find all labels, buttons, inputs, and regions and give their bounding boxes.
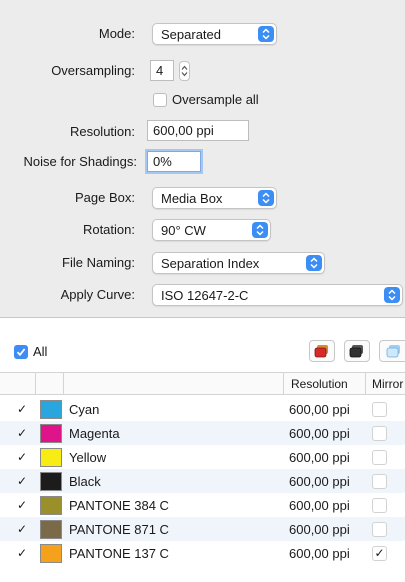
resolution-label: Resolution: bbox=[69, 124, 135, 139]
table-row[interactable]: ✓ PANTONE 384 C 600,00 ppi bbox=[0, 493, 405, 517]
mirror-checkbox[interactable] bbox=[372, 402, 387, 417]
stack-button[interactable] bbox=[344, 340, 370, 362]
separations-list-panel: All Resolution Mirror ✓ Cyan 600,00 ppi ✓ Ma… bbox=[0, 318, 405, 582]
separation-name: Black bbox=[69, 474, 101, 489]
separation-name: PANTONE 871 C bbox=[69, 522, 169, 537]
separation-resolution[interactable]: 600,00 ppi bbox=[289, 546, 350, 561]
table-row[interactable]: ✓ Yellow 600,00 ppi bbox=[0, 445, 405, 469]
popup-arrows-icon bbox=[306, 255, 322, 271]
separation-name: PANTONE 384 C bbox=[69, 498, 169, 513]
color-swatch bbox=[40, 400, 62, 419]
all-label: All bbox=[33, 344, 48, 359]
rotation-label: Rotation: bbox=[82, 222, 135, 237]
mirror-checkbox[interactable]: ✓ bbox=[372, 546, 387, 561]
popup-arrows-icon bbox=[252, 222, 268, 238]
mirror-checkbox[interactable] bbox=[372, 426, 387, 441]
all-checkbox[interactable] bbox=[14, 345, 28, 359]
table-header: Resolution Mirror bbox=[0, 372, 405, 395]
enabled-checkbox[interactable]: ✓ bbox=[17, 451, 28, 464]
popup-arrows-icon bbox=[258, 190, 274, 206]
mirror-checkbox[interactable] bbox=[372, 522, 387, 537]
popup-arrows-icon bbox=[258, 26, 274, 42]
enabled-checkbox[interactable]: ✓ bbox=[17, 523, 28, 536]
oversampling-label: Oversampling: bbox=[51, 63, 135, 78]
table-row[interactable]: ✓ Magenta 600,00 ppi bbox=[0, 421, 405, 445]
resolution-field[interactable]: 600,00 ppi bbox=[147, 120, 249, 141]
mode-popup[interactable]: Separated bbox=[152, 23, 277, 45]
color-swatch bbox=[40, 544, 62, 563]
swatch-blue-icon bbox=[386, 345, 400, 358]
swatch-blue-button[interactable] bbox=[379, 340, 405, 362]
separation-name: Cyan bbox=[69, 402, 100, 417]
color-swatch bbox=[40, 520, 62, 539]
page-box-label: Page Box: bbox=[75, 190, 135, 205]
apply-curve-label: Apply Curve: bbox=[60, 287, 135, 302]
stepper-arrows-icon bbox=[181, 65, 188, 77]
noise-label: Noise for Shadings: bbox=[23, 154, 137, 169]
oversampling-field[interactable]: 4 bbox=[150, 60, 174, 81]
resolution-column-header[interactable]: Resolution bbox=[291, 377, 348, 391]
popup-arrows-icon bbox=[384, 287, 400, 303]
oversample-all-label: Oversample all bbox=[172, 92, 259, 107]
column-divider bbox=[283, 373, 284, 395]
enabled-checkbox[interactable]: ✓ bbox=[17, 427, 28, 440]
rotation-popup[interactable]: 90° CW bbox=[152, 219, 271, 241]
table-row[interactable]: ✓ PANTONE 871 C 600,00 ppi bbox=[0, 517, 405, 541]
color-swatch bbox=[40, 424, 62, 443]
apply-curve-popup[interactable]: ISO 12647-2-C bbox=[152, 284, 403, 306]
file-naming-value: Separation Index bbox=[161, 256, 260, 271]
separation-resolution[interactable]: 600,00 ppi bbox=[289, 522, 350, 537]
separation-resolution[interactable]: 600,00 ppi bbox=[289, 498, 350, 513]
resolution-value: 600,00 ppi bbox=[153, 123, 214, 138]
column-divider bbox=[63, 373, 64, 395]
separation-resolution[interactable]: 600,00 ppi bbox=[289, 474, 350, 489]
swatch-stack-icon bbox=[349, 345, 363, 358]
convert-color-button[interactable] bbox=[309, 340, 335, 362]
separation-name: PANTONE 137 C bbox=[69, 546, 169, 561]
separation-resolution[interactable]: 600,00 ppi bbox=[289, 426, 350, 441]
mirror-checkbox[interactable] bbox=[372, 474, 387, 489]
checkmark-icon bbox=[16, 348, 26, 357]
swatch-red-icon bbox=[314, 345, 328, 358]
file-naming-popup[interactable]: Separation Index bbox=[152, 252, 325, 274]
mode-label: Mode: bbox=[98, 26, 135, 41]
separation-resolution[interactable]: 600,00 ppi bbox=[289, 450, 350, 465]
separation-name: Yellow bbox=[69, 450, 107, 465]
oversampling-value: 4 bbox=[156, 63, 164, 78]
noise-field[interactable]: 0% bbox=[147, 151, 201, 172]
table-row[interactable]: ✓ Cyan 600,00 ppi bbox=[0, 397, 405, 421]
page-box-popup[interactable]: Media Box bbox=[152, 187, 277, 209]
enabled-checkbox[interactable]: ✓ bbox=[17, 475, 28, 488]
oversampling-stepper[interactable] bbox=[179, 61, 190, 81]
column-divider bbox=[35, 373, 36, 395]
file-naming-label: File Naming: bbox=[62, 255, 135, 270]
separation-resolution[interactable]: 600,00 ppi bbox=[289, 402, 350, 417]
separation-name: Magenta bbox=[69, 426, 120, 441]
rotation-value: 90° CW bbox=[161, 223, 206, 238]
color-swatch bbox=[40, 496, 62, 515]
table-row[interactable]: ✓ Black 600,00 ppi bbox=[0, 469, 405, 493]
enabled-checkbox[interactable]: ✓ bbox=[17, 547, 28, 560]
oversample-all-checkbox[interactable] bbox=[153, 93, 167, 107]
column-divider bbox=[365, 373, 366, 395]
mirror-checkbox[interactable] bbox=[372, 450, 387, 465]
enabled-checkbox[interactable]: ✓ bbox=[17, 499, 28, 512]
separation-settings-panel: Mode: Separated Oversampling: 4 Oversamp… bbox=[0, 0, 405, 317]
table-row[interactable]: ✓ PANTONE 137 C 600,00 ppi ✓ bbox=[0, 541, 405, 565]
mirror-column-header[interactable]: Mirror bbox=[372, 377, 403, 391]
mode-value: Separated bbox=[161, 27, 221, 42]
color-swatch bbox=[40, 472, 62, 491]
color-swatch bbox=[40, 448, 62, 467]
noise-value: 0% bbox=[153, 154, 172, 169]
enabled-checkbox[interactable]: ✓ bbox=[17, 403, 28, 416]
page-box-value: Media Box bbox=[161, 191, 223, 206]
apply-curve-value: ISO 12647-2-C bbox=[161, 288, 249, 303]
mirror-checkbox[interactable] bbox=[372, 498, 387, 513]
